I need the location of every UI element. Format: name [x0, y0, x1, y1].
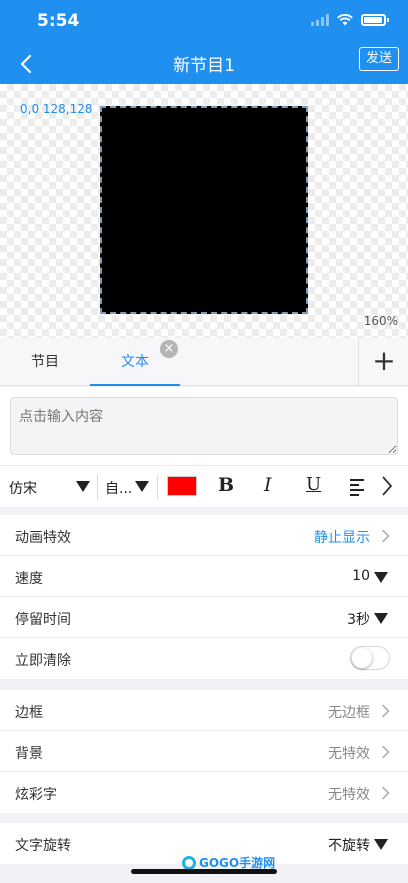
send-button[interactable]: 发送 [359, 47, 399, 71]
status-bar: 5:54 [0, 0, 408, 44]
toolbar-divider [157, 474, 158, 500]
text-input-section [0, 387, 408, 465]
watermark-icon [182, 855, 196, 870]
clear-toggle[interactable] [350, 646, 390, 670]
dropdown-triangle-icon [374, 572, 388, 583]
chevron-right-icon[interactable] [380, 475, 394, 497]
setting-stay-time[interactable]: 停留时间 3秒 [0, 597, 408, 638]
screen-preview-box[interactable] [100, 106, 308, 314]
setting-label: 立即清除 [15, 653, 71, 669]
align-left-icon[interactable] [350, 479, 364, 499]
font-dropdown-icon[interactable] [76, 481, 90, 492]
tab-program[interactable]: 节目 [0, 338, 90, 386]
setting-value: 不旋转 [328, 838, 370, 854]
toolbar-divider [97, 474, 98, 500]
chevron-right-icon [381, 786, 390, 800]
setting-label: 背景 [15, 746, 43, 762]
page-title: 新节目1 [173, 56, 235, 76]
bold-button[interactable]: B [218, 474, 234, 496]
toggle-knob [352, 648, 372, 668]
text-color-swatch[interactable] [167, 476, 197, 496]
setting-label: 炫彩字 [15, 787, 57, 803]
status-icons [311, 14, 389, 26]
setting-clear-immediately: 立即清除 [0, 638, 408, 679]
canvas-coords: 0,0 128,128 [20, 102, 93, 116]
italic-button[interactable]: I [264, 474, 272, 496]
setting-label: 速度 [15, 571, 43, 587]
preview-canvas: 0,0 128,128 160% [0, 84, 408, 338]
dropdown-triangle-icon [374, 613, 388, 624]
setting-colorful-text[interactable]: 炫彩字 无特效 [0, 772, 408, 813]
wifi-icon [337, 14, 353, 26]
underline-button[interactable]: U [306, 474, 321, 495]
settings-group-2: 边框 无边框 背景 无特效 炫彩字 无特效 [0, 690, 408, 813]
setting-speed[interactable]: 速度 10 [0, 556, 408, 597]
nav-bar: 新节目1 发送 [0, 44, 408, 84]
setting-value: 无特效 [328, 787, 370, 803]
home-indicator[interactable] [131, 869, 277, 874]
setting-label: 动画特效 [15, 530, 71, 546]
tab-bar: 节目 文本 × + [0, 338, 408, 386]
tab-close-icon[interactable]: × [160, 340, 178, 358]
chevron-right-icon [381, 745, 390, 759]
setting-value: 无特效 [328, 746, 370, 762]
setting-value: 3秒 [347, 612, 370, 628]
text-format-toolbar: 仿宋 自... B I U [0, 465, 408, 507]
status-time: 5:54 [37, 11, 80, 31]
settings-group-1: 动画特效 静止显示 速度 10 停留时间 3秒 立即清除 [0, 515, 408, 679]
setting-border[interactable]: 边框 无边框 [0, 690, 408, 731]
add-tab-button[interactable]: + [360, 338, 408, 386]
text-content-input[interactable] [10, 397, 398, 455]
setting-label: 边框 [15, 705, 43, 721]
zoom-level: 160% [363, 314, 398, 328]
setting-value: 无边框 [328, 705, 370, 721]
setting-label: 停留时间 [15, 612, 71, 628]
setting-value: 静止显示 [314, 530, 370, 546]
font-size-select[interactable]: 自... [105, 478, 132, 498]
setting-animation[interactable]: 动画特效 静止显示 [0, 515, 408, 556]
dropdown-triangle-icon [374, 839, 388, 850]
setting-background[interactable]: 背景 无特效 [0, 731, 408, 772]
battery-icon [361, 14, 389, 26]
setting-value: 10 [352, 568, 370, 584]
chevron-right-icon [381, 529, 390, 543]
font-family-select[interactable]: 仿宋 [9, 478, 37, 498]
signal-icon [311, 14, 329, 26]
tab-divider [358, 338, 359, 386]
size-dropdown-icon[interactable] [135, 481, 149, 492]
setting-label: 文字旋转 [15, 838, 71, 854]
chevron-right-icon [381, 704, 390, 718]
